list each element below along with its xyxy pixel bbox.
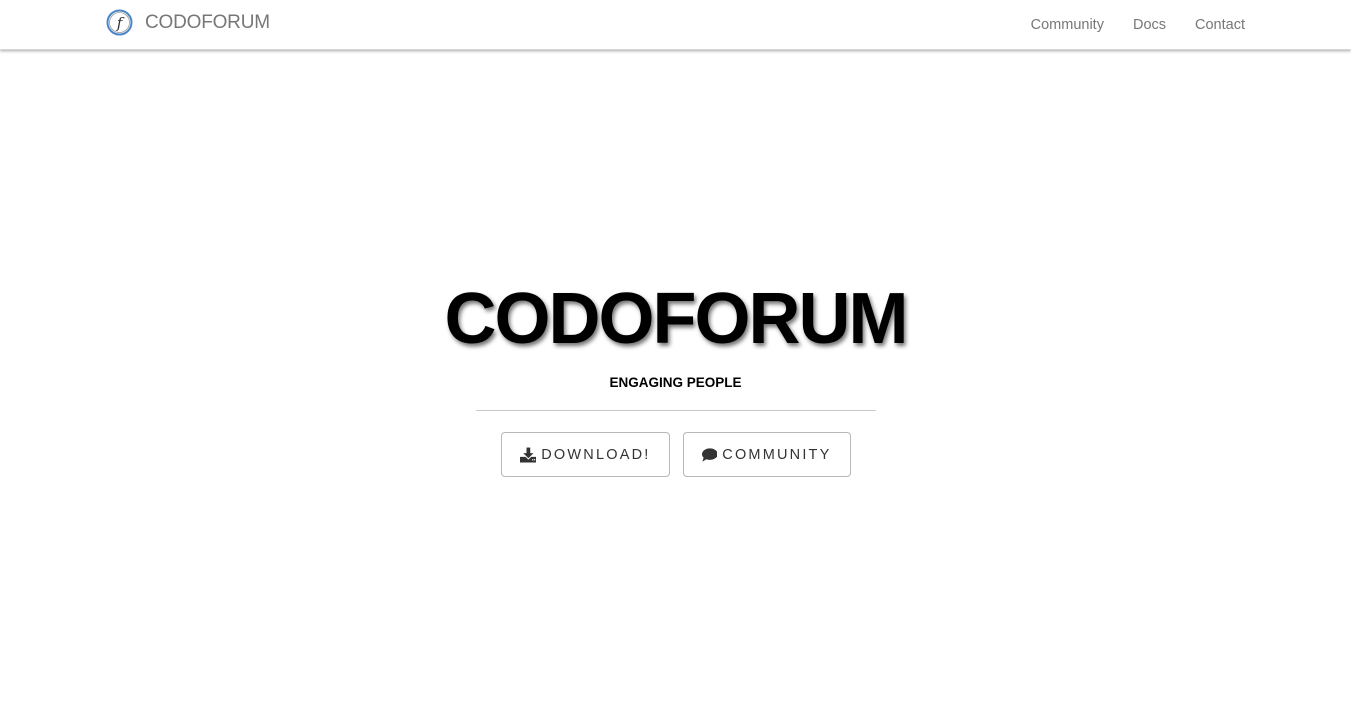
community-button[interactable]: COMMUNITY xyxy=(682,432,851,477)
hero-subtitle: ENGAGING PEOPLE xyxy=(609,375,742,390)
hero-button-row: DOWNLOAD! COMMUNITY xyxy=(0,432,1351,477)
comment-icon xyxy=(701,447,718,462)
community-button-label: COMMUNITY xyxy=(722,446,832,463)
hero-divider xyxy=(476,410,876,411)
download-button[interactable]: DOWNLOAD! xyxy=(500,432,670,477)
hero-title: CODOFORUM xyxy=(444,279,909,359)
hero-section: CODOFORUM ENGAGING PEOPLE DOWNLOAD! COMM… xyxy=(0,0,1351,712)
download-button-label: DOWNLOAD! xyxy=(541,446,651,463)
download-icon xyxy=(519,447,537,462)
